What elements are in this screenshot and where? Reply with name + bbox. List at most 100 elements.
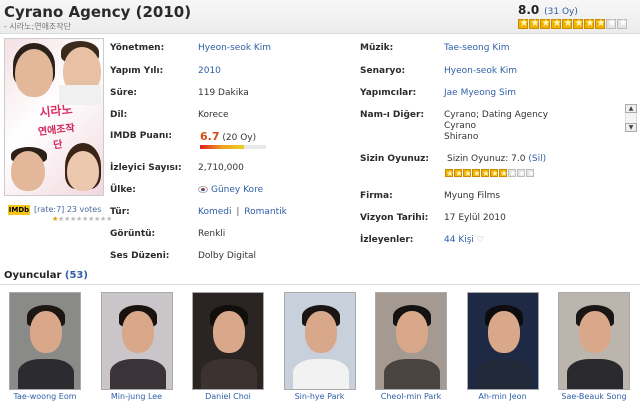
cast-photo[interactable] bbox=[283, 292, 356, 390]
movie-original-title: - 시라노;연애조작단 bbox=[4, 22, 72, 31]
cast-member[interactable]: Tae-woong Eom bbox=[9, 292, 81, 401]
cast-photo-figure bbox=[475, 359, 532, 389]
rating-star-icon bbox=[606, 17, 617, 31]
genre-romance-link[interactable]: Romantik bbox=[244, 207, 287, 217]
year-value[interactable]: 2010 bbox=[198, 66, 221, 76]
cast-name[interactable]: Tae-woong Eom bbox=[9, 392, 81, 401]
vote-star-icon[interactable] bbox=[517, 168, 526, 179]
cast-member[interactable]: Ah-min Jeon bbox=[466, 292, 539, 401]
cast-photo-figure bbox=[384, 359, 440, 389]
cast-photo[interactable] bbox=[100, 292, 173, 390]
cast-member[interactable]: Min-jung Lee bbox=[100, 292, 173, 401]
country-name[interactable]: Güney Kore bbox=[211, 185, 263, 195]
poster-figure bbox=[67, 151, 99, 191]
cast-name[interactable]: Ah-min Jeon bbox=[467, 392, 539, 401]
cast-photo-figure bbox=[396, 311, 428, 353]
vote-star-icon[interactable] bbox=[526, 168, 535, 179]
watchers-count[interactable]: 44 Kişi bbox=[444, 235, 474, 245]
director-value[interactable]: Hyeon-seok Kim bbox=[198, 43, 271, 53]
aka-item: Cyrano bbox=[444, 121, 477, 131]
imdb-score: 6.7 bbox=[200, 130, 220, 143]
cast-name[interactable]: Sin-hye Park bbox=[284, 392, 356, 401]
genre-value: Komedi | Romantik bbox=[198, 207, 287, 217]
cast-photo-figure bbox=[18, 359, 74, 389]
cast-photo[interactable] bbox=[466, 292, 539, 390]
watchers-value[interactable]: 44 Kişi ♡ bbox=[444, 235, 484, 245]
cast-list: Tae-woong Eom Min-jung Lee Daniel Choi Sin-… bbox=[0, 292, 640, 408]
screenplay-value[interactable]: Hyeon-seok Kim bbox=[444, 66, 517, 76]
your-vote-stars[interactable] bbox=[445, 168, 535, 179]
cast-name[interactable]: Min-jung Lee bbox=[101, 392, 173, 401]
aka-values: Cyrano; Dating Agency Cyrano Shirano bbox=[444, 110, 548, 143]
poster-figure bbox=[15, 49, 53, 97]
cast-member[interactable]: Sin-hye Park bbox=[283, 292, 356, 401]
vote-star-icon[interactable] bbox=[472, 168, 481, 179]
scroll-up-icon[interactable]: ▲ bbox=[625, 104, 637, 113]
cast-member[interactable]: Cheol-min Park bbox=[375, 292, 447, 401]
rating-star-icon bbox=[540, 17, 551, 31]
cast-photo[interactable] bbox=[558, 292, 630, 390]
cast-photo-figure bbox=[304, 311, 337, 353]
country-value[interactable]: Güney Kore bbox=[198, 185, 263, 195]
imdb-rate-stars[interactable]: ★ ★ ★ ★ ★ ★ ★ ★ ★ ★ bbox=[52, 216, 112, 223]
cast-photo-figure bbox=[292, 359, 349, 389]
user-score: 8.0 bbox=[518, 3, 540, 17]
cast-name[interactable]: Cheol-min Park bbox=[375, 392, 447, 401]
language-label: Dil: bbox=[110, 110, 128, 120]
aka-item: Cyrano; Dating Agency bbox=[444, 110, 549, 120]
duration-value: 119 Dakika bbox=[198, 88, 249, 98]
title-bar: Cyrano Agency (2010) - 시라노;연애조작단 8.0 (31… bbox=[0, 0, 640, 34]
imdb-logo[interactable]: IMDb bbox=[8, 205, 30, 215]
movie-info: 시라노 연애조작단 IMDb [rate:7] 23 votes ★ ★ ★ ★ ★ ★ ★… bbox=[0, 35, 625, 265]
cast-count[interactable]: (53) bbox=[65, 270, 88, 281]
imdb-score-value: 6.7 (20 Oy) bbox=[200, 130, 256, 143]
release-date-label: Vizyon Tarihi: bbox=[360, 213, 429, 223]
cast-photo[interactable] bbox=[192, 292, 264, 390]
aka-scrollbar[interactable]: ▲ ▼ bbox=[625, 104, 637, 134]
aka-item: Shirano bbox=[444, 132, 479, 142]
vote-star-icon[interactable] bbox=[508, 168, 517, 179]
music-value[interactable]: Tae-seong Kim bbox=[444, 43, 510, 53]
cast-name[interactable]: Daniel Choi bbox=[192, 392, 264, 401]
user-score-box: 8.0 (31 Oy) bbox=[518, 3, 630, 31]
heart-icon[interactable]: ♡ bbox=[477, 235, 484, 244]
cast-member[interactable]: Daniel Choi bbox=[192, 292, 264, 401]
cast-photo[interactable] bbox=[375, 292, 447, 390]
imdb-score-label: IMDB Puanı: bbox=[110, 131, 172, 141]
cast-member[interactable]: Sae-Beauk Song bbox=[558, 292, 630, 401]
delete-vote-link[interactable]: (Sil) bbox=[528, 154, 546, 164]
your-vote-text: Sizin Oyunuz: 7.0 bbox=[447, 154, 526, 164]
vote-star-icon[interactable] bbox=[454, 168, 463, 179]
korea-flag-icon bbox=[198, 186, 208, 193]
vote-star-icon[interactable] bbox=[490, 168, 499, 179]
cast-photo[interactable] bbox=[9, 292, 81, 390]
genre-comedy-link[interactable]: Komedi bbox=[198, 207, 231, 217]
producers-label: Yapımcılar: bbox=[360, 88, 417, 98]
aka-label: Nam-ı Diğer: bbox=[360, 110, 425, 120]
company-value: Myung Films bbox=[444, 191, 501, 201]
genre-separator: | bbox=[236, 207, 240, 217]
cast-photo-figure bbox=[109, 359, 166, 389]
cast-name[interactable]: Sae-Beauk Song bbox=[558, 392, 630, 401]
vote-star-icon[interactable] bbox=[481, 168, 490, 179]
director-label: Yönetmen: bbox=[110, 43, 165, 53]
country-label: Ülke: bbox=[110, 185, 136, 195]
color-label: Görüntü: bbox=[110, 229, 156, 239]
scrollbar-track[interactable] bbox=[625, 113, 637, 123]
music-label: Müzik: bbox=[360, 43, 394, 53]
year-label: Yapım Yılı: bbox=[110, 66, 164, 76]
rating-star-icon bbox=[584, 17, 595, 31]
genre-label: Tür: bbox=[110, 207, 130, 217]
color-value: Renkli bbox=[198, 229, 226, 239]
cast-photo-figure bbox=[121, 311, 154, 353]
audience-value: 2,710,000 bbox=[198, 163, 244, 173]
vote-star-icon[interactable] bbox=[463, 168, 472, 179]
user-score-votes[interactable]: (31 Oy) bbox=[544, 7, 578, 17]
vote-star-icon[interactable] bbox=[499, 168, 508, 179]
producers-value[interactable]: Jae Myeong Sim bbox=[444, 88, 516, 98]
movie-poster[interactable]: 시라노 연애조작단 bbox=[4, 38, 104, 196]
scroll-down-icon[interactable]: ▼ bbox=[625, 123, 637, 132]
cast-photo-figure bbox=[30, 311, 62, 353]
vote-star-icon[interactable] bbox=[445, 168, 454, 179]
cast-photo-figure bbox=[487, 311, 520, 353]
